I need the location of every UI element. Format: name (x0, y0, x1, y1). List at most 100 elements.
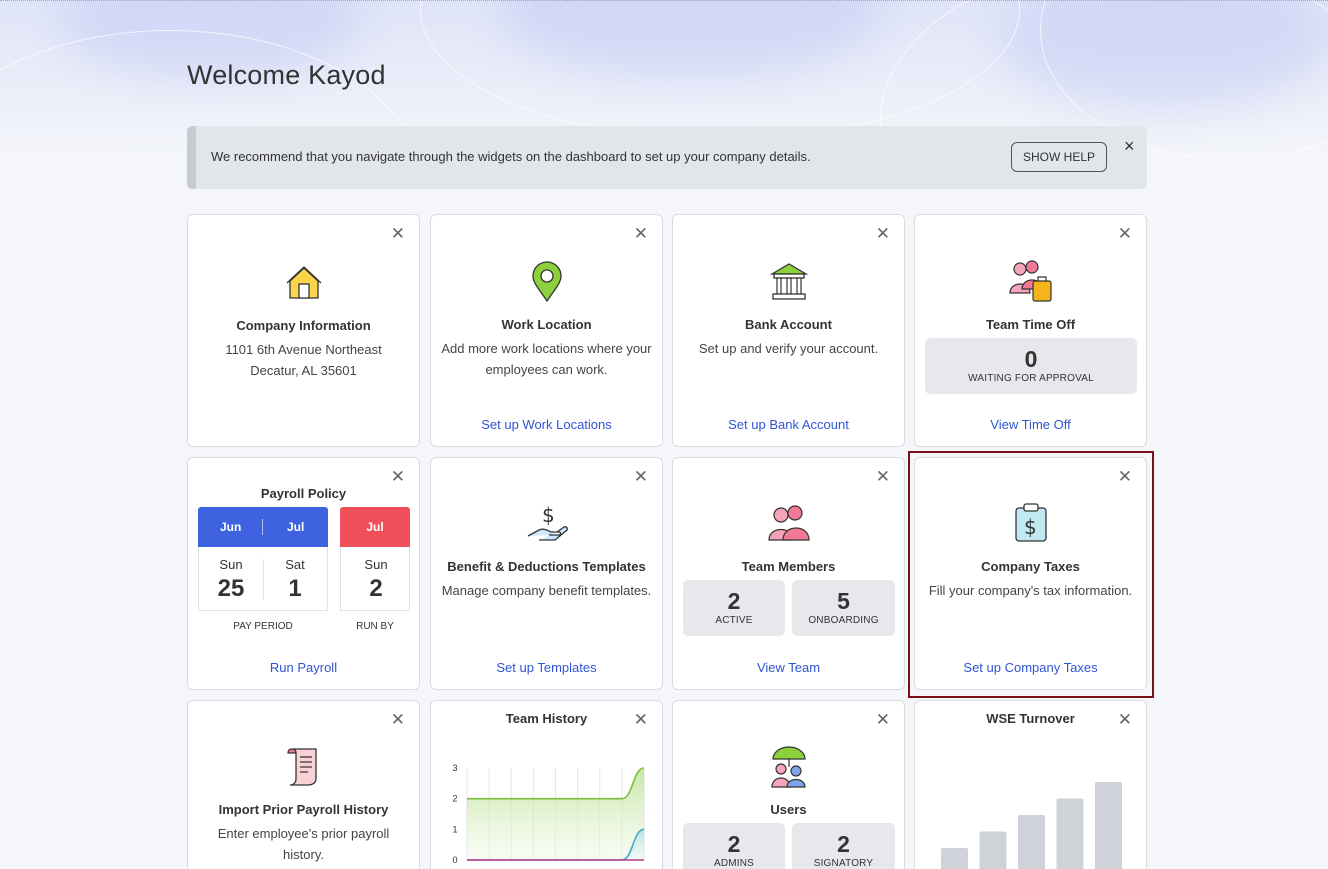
top-divider (0, 0, 1328, 2)
widget-import-payroll-history: ✕ Import Prior Payroll History Enter emp… (187, 700, 420, 869)
widget-title: Team Members (741, 559, 836, 574)
close-icon[interactable]: ✕ (1118, 468, 1132, 485)
admins-label: ADMINS (713, 858, 755, 869)
setup-bank-account-link[interactable]: Set up Bank Account (673, 417, 904, 432)
pending-count: 0 (1024, 346, 1038, 372)
admins-stat: 2 ADMINS (683, 823, 785, 869)
run-by-caption: RUN BY (356, 621, 394, 632)
widget-title: Import Prior Payroll History (218, 802, 389, 817)
close-icon[interactable]: ✕ (1118, 225, 1132, 242)
widget-description: Add more work locations where your emplo… (441, 341, 652, 377)
close-icon[interactable]: ✕ (391, 711, 405, 728)
widget-title: Benefit & Deductions Templates (447, 559, 646, 574)
widget-title: Team Time Off (985, 317, 1076, 332)
onboarding-label: ONBOARDING (808, 615, 879, 626)
page-title: Welcome Kayod (187, 60, 386, 90)
signatory-label: SIGNATORY (813, 858, 874, 869)
widget-users: ✕ Users 2 ADMINS 2 SIGNATORY (672, 700, 905, 869)
scroll-icon (286, 748, 317, 786)
turnover-bar (1095, 782, 1122, 869)
chart-title: Team History (505, 711, 588, 726)
widget-description: Set up and verify your account. (698, 341, 879, 356)
widget-benefit-deductions: ✕ $ Benefit & Deductions Templates Manag… (430, 457, 663, 690)
clipboard-dollar-icon: $ (1014, 503, 1047, 542)
widget-team-members: ✕ Team Members 2 ACTIVE 5 ONBOARDING Vie… (672, 457, 905, 690)
widget-title: Work Location (501, 317, 592, 332)
close-icon[interactable]: ✕ (634, 225, 648, 242)
close-icon[interactable]: ✕ (391, 468, 405, 485)
widget-company-taxes: ✕ $ Company Taxes Fill your company's ta… (914, 457, 1147, 690)
run-by-date: 2 (369, 575, 383, 602)
show-help-button[interactable]: SHOW HELP (1011, 142, 1107, 172)
view-time-off-link[interactable]: View Time Off (915, 417, 1146, 432)
admins-count: 2 (727, 831, 741, 857)
y-tick-label: 0 (452, 855, 457, 865)
widget-title: Company Taxes (981, 559, 1080, 574)
widget-team-time-off: ✕ Team Time Off 0 WAITING FOR APPROVAL V… (914, 214, 1147, 447)
run-by-day: Sun (364, 557, 388, 572)
turnover-bar (1018, 815, 1045, 869)
y-tick-label: 1 (452, 824, 457, 834)
onboarding-count: 5 (837, 588, 850, 614)
svg-text:$: $ (1024, 515, 1037, 539)
travel-people-icon (1008, 260, 1052, 302)
run-payroll-link[interactable]: Run Payroll (188, 660, 419, 675)
widget-title: Users (770, 802, 807, 817)
start-month: Jun (220, 520, 242, 534)
chart-title: WSE Turnover (986, 711, 1075, 726)
close-icon[interactable]: ✕ (634, 468, 648, 485)
end-month: Jul (287, 520, 305, 534)
run-by-month: Jul (366, 520, 384, 534)
signatory-count: 2 (837, 831, 850, 857)
turnover-bar (1056, 798, 1084, 869)
pending-approval-stat: 0 WAITING FOR APPROVAL (925, 338, 1137, 394)
view-team-link[interactable]: View Team (673, 660, 904, 675)
widget-title: Bank Account (745, 317, 832, 332)
team-history-chart: 3 2 1 0 (452, 763, 645, 865)
umbrella-people-icon (770, 746, 806, 788)
help-banner: We recommend that you navigate through t… (187, 126, 1147, 189)
widget-title: Payroll Policy (260, 486, 347, 501)
widget-description: Fill your company's tax information. (928, 583, 1133, 598)
setup-work-locations-link[interactable]: Set up Work Locations (431, 417, 662, 432)
divider (262, 519, 263, 535)
active-count: 2 (727, 588, 741, 614)
wse-turnover-chart (941, 782, 1122, 869)
widget-description: Enter employee's prior payroll history. (217, 826, 390, 862)
setup-company-taxes-link[interactable]: Set up Company Taxes (915, 660, 1146, 675)
start-date: 25 (217, 575, 245, 602)
house-icon (286, 266, 321, 299)
widget-wse-turnover: ✕ WSE Turnover (914, 700, 1147, 869)
banner-close-icon[interactable]: × (1124, 137, 1135, 155)
bank-icon (769, 263, 808, 300)
setup-templates-link[interactable]: Set up Templates (431, 660, 662, 675)
end-day: Sat (285, 557, 305, 572)
widget-description: Manage company benefit templates. (441, 583, 652, 598)
y-tick-label: 3 (452, 763, 457, 773)
onboarding-stat: 5 ONBOARDING (792, 580, 895, 636)
turnover-bar (979, 831, 1007, 869)
signatory-stat: 2 SIGNATORY (792, 823, 895, 869)
widget-payroll-policy: ✕ Payroll Policy Jun Jul Sun 25 Sat 1 PA… (187, 457, 420, 690)
active-stat: 2 ACTIVE (683, 580, 785, 636)
widget-company-information: ✕ Company Information 1101 6th Avenue No… (187, 214, 420, 447)
close-icon[interactable]: ✕ (391, 225, 405, 242)
banner-message: We recommend that you navigate through t… (211, 149, 811, 164)
pay-period-caption: PAY PERIOD (233, 621, 293, 632)
address-line-1: 1101 6th Avenue Northeast (225, 342, 382, 357)
pay-period-body: Sun 25 Sat 1 (198, 547, 328, 611)
turnover-bar (941, 848, 968, 869)
close-icon[interactable]: ✕ (876, 711, 890, 728)
y-tick-label: 2 (452, 794, 457, 804)
close-icon[interactable]: ✕ (876, 225, 890, 242)
close-icon[interactable]: ✕ (876, 468, 890, 485)
people-icon (767, 505, 810, 541)
end-date: 1 (288, 575, 302, 602)
hand-dollar-icon: $ (527, 503, 568, 541)
widget-bank-account: ✕ Bank Account Set up and verify your ac… (672, 214, 905, 447)
address-line-2: Decatur, AL 35601 (250, 363, 357, 378)
widget-title: Company Information (236, 318, 371, 333)
start-day: Sun (219, 557, 243, 572)
divider (263, 559, 264, 599)
pending-label: WAITING FOR APPROVAL (968, 373, 1094, 384)
